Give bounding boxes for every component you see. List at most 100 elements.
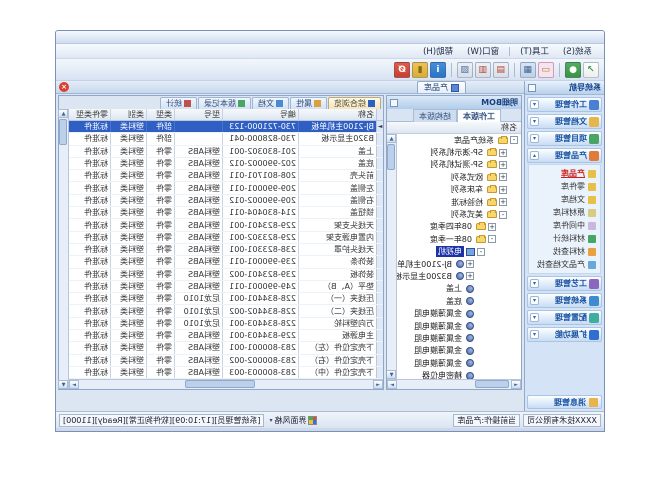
lock-icon[interactable]: ▮ <box>412 62 428 78</box>
sidebar-item-材料查找[interactable]: 材料查找 <box>529 245 596 258</box>
sidebar-item-材料统计[interactable]: 材料统计 <box>529 232 596 245</box>
clipboard-add-icon[interactable]: ▥ <box>475 62 491 78</box>
table-row[interactable]: 万向塑料轮228-834403-001尼龙1010零件塑料类标准件自制件 <box>69 318 383 330</box>
tree-node[interactable]: +车床系列 <box>397 184 521 196</box>
scroll-right-icon[interactable]: ► <box>387 380 397 389</box>
column-header-类型[interactable]: 类型 <box>146 109 174 120</box>
table-row[interactable]: 底盖202-990002-012塑料ABS零件塑料类标准件自制件 <box>69 158 383 170</box>
nav-group-配置管理[interactable]: 配置管理▾ <box>527 310 602 325</box>
tree-node[interactable]: 上盖 <box>397 283 521 295</box>
open-folder-icon[interactable]: ▭ <box>538 62 554 78</box>
table-row[interactable]: 下壳定位件（右）283-800002-002塑料ABS零件塑料类标准件自制件 <box>69 355 383 367</box>
tree-node[interactable]: 精密电位器 <box>397 369 521 379</box>
info-icon[interactable]: i <box>430 62 446 78</box>
tree-node[interactable]: -美式系列 <box>397 208 521 220</box>
tree-node[interactable]: +SP-演示机系列 <box>397 146 521 158</box>
table-row[interactable]: 天线头支架229-823401-001塑料ABS零件塑料类标准件自制件 <box>69 219 383 231</box>
column-header-名称[interactable]: 名称 <box>298 109 376 120</box>
paste-icon[interactable]: ▤ <box>493 62 509 78</box>
collapse-icon[interactable]: - <box>477 248 485 256</box>
tree-node[interactable]: +欧式系列 <box>397 171 521 183</box>
chevron-down-icon[interactable]: ▾ <box>530 296 539 305</box>
table-row[interactable]: 装饰板239-823401-002塑料ABS零件塑料类标准件自制件 <box>69 269 383 281</box>
table-row[interactable]: 左侧盖209-990001-011塑料ABS零件塑料类标准件自制件 <box>69 182 383 194</box>
tree-node[interactable]: 金属薄膜电阻 <box>397 320 521 332</box>
table-row[interactable]: 主电源板229-834403-001塑料ABS零件塑料类标准件自制件 <box>69 330 383 342</box>
column-header-型号[interactable]: 型号 <box>174 109 222 120</box>
chevron-up-icon[interactable]: ▴ <box>530 151 539 160</box>
collapse-icon[interactable]: - <box>488 235 496 243</box>
tree-vertical-scrollbar[interactable]: ▲ ▼ <box>387 134 397 379</box>
sidebar-item-零件库[interactable]: 零件库 <box>529 180 596 193</box>
tree-node[interactable]: 金属薄膜电阻 <box>397 307 521 319</box>
sidebar-item-产品文档查找[interactable]: 产品文档查找 <box>529 258 596 271</box>
expand-icon[interactable]: + <box>499 173 507 181</box>
menu-item[interactable]: 工具(T) <box>514 44 555 58</box>
scroll-left-icon[interactable]: ◄ <box>373 380 383 389</box>
scroll-thumb[interactable] <box>185 380 255 388</box>
close-tab-button[interactable]: × <box>59 82 69 92</box>
theme-selector[interactable]: 界面风格 ▾ <box>267 414 319 427</box>
nav-group-系统管理[interactable]: 系统管理▾ <box>527 293 602 308</box>
chevron-down-icon[interactable]: ▾ <box>530 330 539 339</box>
tree-node[interactable]: +BJ-2100主机单板 <box>397 258 521 270</box>
nav-group-工艺管理[interactable]: 工艺管理▾ <box>527 276 602 291</box>
bom-panel-pin-icon[interactable] <box>390 99 398 107</box>
tree-node[interactable]: -08年一季度 <box>397 233 521 245</box>
table-row[interactable]: 垫平（A、B）249-990001-011塑料ABS零件塑料类标准件自制件 <box>69 281 383 293</box>
nav-group-产品管理[interactable]: 产品管理▴ <box>527 148 602 163</box>
table-horizontal-scrollbar[interactable]: ◄ ► <box>69 379 383 389</box>
forbid-icon[interactable]: Ø <box>394 62 410 78</box>
expand-icon[interactable]: + <box>488 223 496 231</box>
tab-结构版本[interactable]: 结构版本 <box>413 109 457 122</box>
scroll-up-icon[interactable]: ▲ <box>59 109 69 118</box>
nav-group-工作管理[interactable]: 工作管理▾ <box>527 97 602 112</box>
report-icon[interactable]: ↗ <box>583 62 599 78</box>
column-header-类别[interactable]: 类别 <box>110 109 146 120</box>
table-row[interactable]: 内置电源支架229-823302-001塑料ABS零件塑料类标准件自制件 <box>69 232 383 244</box>
scroll-thumb[interactable] <box>388 144 396 170</box>
clipboard-icon[interactable]: ▧ <box>457 62 473 78</box>
menu-item[interactable]: 窗口(W) <box>461 44 505 58</box>
sidebar-item-文档库[interactable]: 文档库 <box>529 193 596 206</box>
table-row[interactable]: 装饰条239-990001-011塑料ABS零件塑料类标准件自制件 <box>69 256 383 268</box>
globe-icon[interactable]: ● <box>565 62 581 78</box>
table-row[interactable]: ►BJ-2100主机单板730-721000-123部件塑料类标准件外协台 <box>69 121 383 133</box>
table-vertical-scrollbar[interactable]: ▲ ▼ <box>59 109 69 389</box>
sidebar-item-产品库[interactable]: 产品库 <box>529 167 596 180</box>
table-row[interactable]: 下壳定位件（左）283-800001-001塑料ABS零件塑料类标准件自制件 <box>69 342 383 354</box>
table-row[interactable]: 下壳定位件（中）283-800003-003塑料ABS零件塑料类标准件自制件 <box>69 367 383 379</box>
tab-工作版本[interactable]: 工作版本 <box>457 109 501 122</box>
chevron-down-icon[interactable]: ▾ <box>530 279 539 288</box>
column-header-编号[interactable]: 编号 <box>222 109 298 120</box>
sidebar-item-中间件库[interactable]: 中间件库 <box>529 219 596 232</box>
scroll-down-icon[interactable]: ▼ <box>59 380 69 389</box>
chevron-down-icon[interactable]: ▾ <box>530 313 539 322</box>
tree-node[interactable]: +08年四季度 <box>397 221 521 233</box>
tab-版本记录[interactable]: 版本记录 <box>198 97 251 109</box>
tree-node[interactable]: 金属薄膜电阻 <box>397 357 521 369</box>
scroll-thumb[interactable] <box>475 380 509 388</box>
column-header-零件类型[interactable]: 零件类型 <box>69 109 110 120</box>
tree-column-header[interactable]: 名称 <box>387 122 521 134</box>
table-row[interactable]: 锁钮盖214-830404-011塑料ABS零件塑料类标准件自制件 <box>69 207 383 219</box>
tab-属性[interactable]: 属性 <box>290 97 327 109</box>
tree-node[interactable]: -电视机 <box>397 246 521 258</box>
tree-node[interactable]: +SP-测试机系列 <box>397 159 521 171</box>
tree-node[interactable]: 金属薄膜电阻 <box>397 345 521 357</box>
tree-node[interactable]: 底盖 <box>397 295 521 307</box>
chevron-down-icon[interactable]: ▾ <box>530 117 539 126</box>
nav-collapse-icon[interactable] <box>528 84 536 92</box>
expand-icon[interactable]: + <box>466 272 474 280</box>
title-bar[interactable] <box>56 31 604 44</box>
table-row[interactable]: B320主显示板730-828000-041部件塑料类标准件外协台 <box>69 133 383 145</box>
menu-item[interactable]: 系统(S) <box>557 44 598 58</box>
collapse-icon[interactable]: - <box>510 136 518 144</box>
table-row[interactable]: 右侧盖209-990002-012塑料ABS零件塑料类标准件自制件 <box>69 195 383 207</box>
scroll-thumb[interactable] <box>60 119 68 145</box>
table-row[interactable]: 压线夹（一）228-834401-001尼龙1010零件塑料类标准件自制件 <box>69 293 383 305</box>
nav-group-项目管理[interactable]: 项目管理▾ <box>527 131 602 146</box>
table-row[interactable]: 上盖201-830302-001塑料ABS零件塑料类标准件自制件 <box>69 146 383 158</box>
scroll-left-icon[interactable]: ◄ <box>511 380 521 389</box>
tree-node[interactable]: +B3200主显示板 <box>397 270 521 282</box>
